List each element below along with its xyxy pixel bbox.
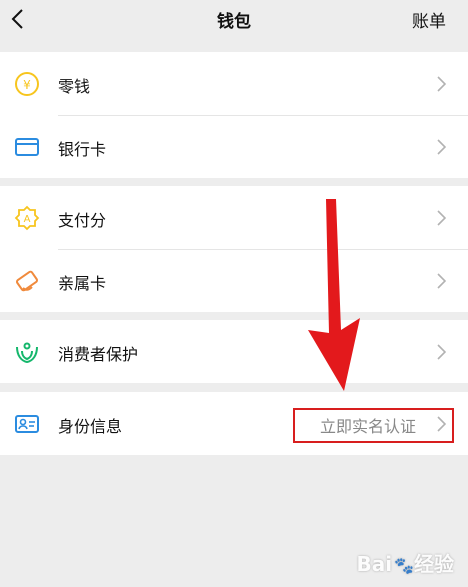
- baidu-watermark: Bai 🐾经验: [356, 548, 454, 577]
- chevron-right-icon: [437, 344, 446, 360]
- page-title: 钱包: [217, 12, 251, 32]
- list-item-pay-score[interactable]: A 支付分: [0, 186, 468, 249]
- svg-text:¥: ¥: [23, 78, 31, 92]
- list-item-label: 身份信息: [58, 417, 123, 436]
- chevron-right-icon: [437, 76, 446, 92]
- paw-icon: 🐾: [394, 556, 414, 575]
- family-card-icon: [15, 270, 39, 292]
- watermark-text: Bai: [356, 552, 393, 576]
- pay-score-icon: A: [14, 205, 40, 231]
- chevron-right-icon: [437, 139, 446, 155]
- list-item-label: 零钱: [58, 77, 91, 96]
- wallet-group-3: 消费者保护: [0, 320, 468, 383]
- svg-text:A: A: [24, 214, 31, 225]
- yen-coin-icon: ¥: [15, 72, 39, 96]
- wallet-group-1: ¥ 零钱 银行卡: [0, 52, 468, 178]
- list-item-change[interactable]: ¥ 零钱: [0, 52, 468, 115]
- wallet-group-2: A 支付分 亲属卡: [0, 186, 468, 312]
- list-item-label: 亲属卡: [58, 274, 107, 293]
- chevron-right-icon: [437, 210, 446, 226]
- bill-button[interactable]: 账单: [412, 7, 446, 32]
- list-item-label: 支付分: [58, 211, 107, 230]
- consumer-protection-icon: [16, 342, 38, 364]
- id-card-icon: [15, 415, 39, 433]
- chevron-right-icon: [437, 273, 446, 289]
- watermark-suffix: 经验: [414, 552, 454, 576]
- nav-bar: 钱包 账单: [0, 0, 468, 44]
- highlight-box-annotation: [293, 408, 454, 443]
- list-item-label: 消费者保护: [58, 345, 139, 364]
- list-item-family-card[interactable]: 亲属卡: [0, 249, 468, 312]
- bank-card-icon: [15, 138, 39, 156]
- list-item-label: 银行卡: [58, 140, 107, 159]
- red-arrow-annotation: [308, 199, 360, 391]
- list-item-consumer-protection[interactable]: 消费者保护: [0, 320, 468, 383]
- list-item-bank-card[interactable]: 银行卡: [0, 115, 468, 178]
